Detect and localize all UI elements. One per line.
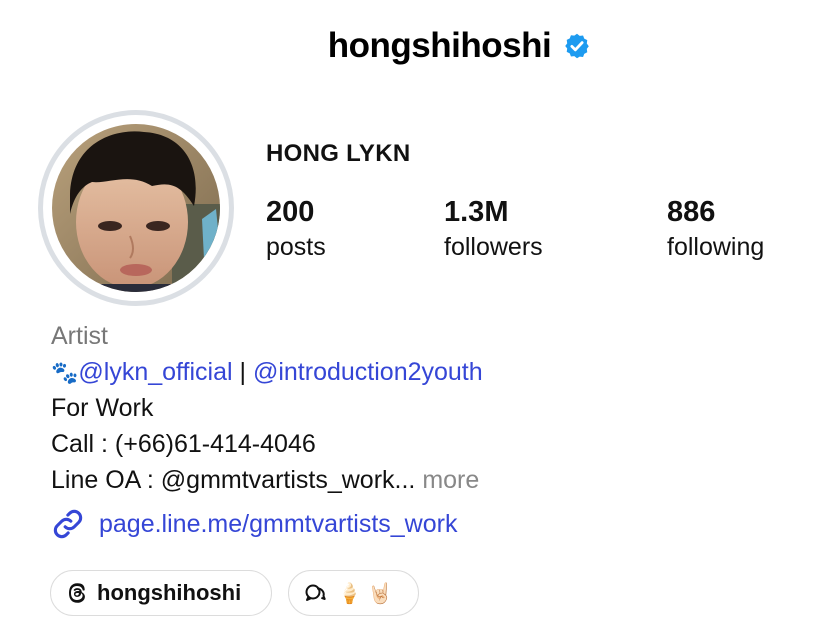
link-icon (53, 509, 83, 539)
bio-for-work: For Work (51, 394, 154, 422)
more-button[interactable]: more (422, 466, 479, 494)
following-count: 886 (667, 196, 716, 228)
display-name: HONG LYKN (266, 140, 411, 167)
following-label: following (667, 233, 765, 261)
avatar[interactable] (52, 124, 220, 292)
notes-emoji: 🍦 🤘🏻 (337, 582, 393, 605)
username-title: hongshihoshi (327, 26, 552, 65)
followers-count: 1.3M (444, 196, 509, 228)
following-stat[interactable]: 886 following (667, 195, 764, 265)
notes-chip[interactable]: 🍦 🤘🏻 (288, 570, 419, 616)
bio-category: Artist (51, 322, 108, 350)
mention-introduction2youth[interactable]: @introduction2youth (253, 358, 483, 386)
threads-icon (69, 583, 85, 603)
header-title-group: hongshihoshi (328, 26, 591, 66)
bio-line-oa-text: Line OA : @gmmtvartists_work... (51, 466, 416, 494)
posts-count: 200 (266, 196, 315, 228)
verified-badge-icon (565, 33, 589, 59)
followers-label: followers (444, 233, 543, 261)
paw-emoji: 🐾 (51, 360, 79, 385)
mention-lykn-official[interactable]: @lykn_official (78, 358, 232, 386)
bio-separator: | (239, 358, 247, 386)
bio-call: Call : (+66)61-414-4046 (51, 430, 316, 458)
threads-chip[interactable]: hongshihoshi (50, 570, 272, 616)
bio: Artist 🐾@lykn_official | @introduction2y… (51, 318, 791, 498)
profile-photo (52, 124, 220, 292)
profile-header: hongshihoshi (0, 22, 827, 70)
bio-link-text[interactable]: page.line.me/gmmtvartists_work (99, 510, 457, 539)
threads-username: hongshihoshi (97, 580, 242, 605)
posts-label: posts (266, 233, 326, 261)
followers-stat[interactable]: 1.3M followers (444, 195, 543, 265)
bio-line-oa: Line OA : @gmmtvartists_work... more (51, 462, 791, 498)
chat-bubble-icon (305, 584, 326, 601)
avatar-ring[interactable] (38, 110, 234, 306)
posts-stat[interactable]: 200 posts (266, 195, 326, 265)
bio-mentions-line: 🐾@lykn_official | @introduction2youth (51, 354, 791, 390)
bio-link[interactable]: page.line.me/gmmtvartists_work (51, 504, 457, 544)
profile-page: hongshihoshi HONG LYKN 200 posts 1.3M fo… (0, 0, 827, 633)
